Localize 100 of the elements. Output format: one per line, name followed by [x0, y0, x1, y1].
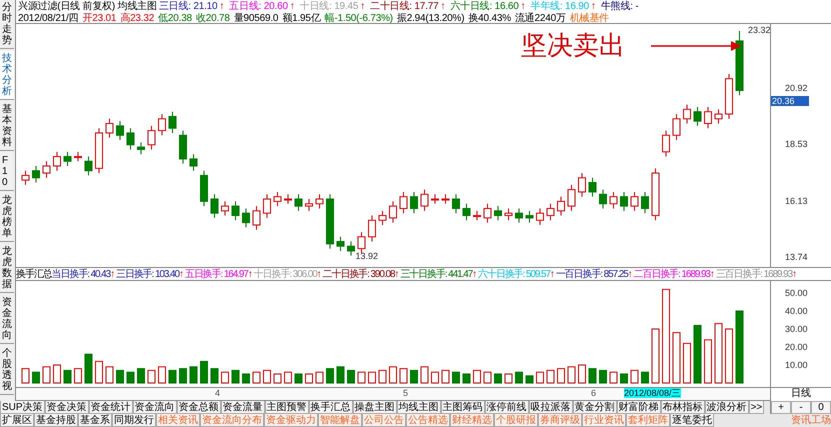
axis-label: 30.00	[785, 324, 808, 334]
up-arrow-icon: ↑	[219, 0, 224, 12]
indicator-tab[interactable]: 吸拉派落	[528, 401, 573, 414]
indicator-tab[interactable]: 资金决策	[44, 401, 89, 414]
indicator-tab[interactable]: 主图筹码	[440, 401, 485, 414]
candle	[347, 241, 355, 256]
indicator-tab[interactable]: 换手汇总	[308, 401, 353, 414]
candle	[420, 189, 428, 212]
candle	[672, 114, 680, 141]
candle	[568, 184, 576, 212]
info-tab[interactable]: 基金系	[78, 414, 112, 427]
candle	[526, 210, 534, 224]
indicator-tab[interactable]: 操盘主图	[352, 401, 397, 414]
turnover-value: 三十日换手: 441.47	[400, 268, 472, 280]
sidebar-tab[interactable]: 分时走势	[0, 0, 14, 49]
sidebar-tab[interactable]: 技术分析	[0, 51, 14, 100]
zoom-button[interactable]: +	[771, 401, 791, 414]
candle	[106, 118, 114, 138]
candle	[662, 130, 670, 158]
zoom-button[interactable]: -	[791, 401, 811, 414]
info-tab[interactable]: 同期发行	[112, 414, 156, 427]
current-price-label: 20.36	[771, 96, 809, 106]
candle	[641, 191, 649, 214]
candle	[368, 215, 376, 242]
indicator-tab[interactable]: 黄金分割	[572, 401, 617, 414]
indicator-tab[interactable]: 涨停前线	[484, 401, 529, 414]
up-arrow-icon: ↑	[248, 268, 252, 280]
candle	[126, 128, 134, 150]
axis-label: 40.00	[785, 306, 808, 316]
candle	[305, 198, 313, 212]
candle	[494, 206, 502, 221]
candle	[725, 73, 733, 120]
cursor-date-label: 2012/08/08/三	[624, 388, 681, 398]
candle	[294, 194, 302, 212]
annotation-text: 坚决卖出	[521, 30, 625, 60]
candle	[704, 106, 712, 129]
candle	[599, 189, 607, 209]
candle	[210, 194, 218, 218]
candle	[652, 168, 660, 221]
candle	[316, 194, 324, 209]
axis-label: 20.00	[785, 342, 808, 352]
indicator-tab[interactable]: 资金统计	[88, 401, 133, 414]
sidebar-tab[interactable]: F10	[0, 153, 14, 191]
candle	[442, 194, 450, 204]
candle	[74, 151, 82, 162]
up-arrow-icon: ↑	[550, 268, 554, 280]
indicator-tab[interactable]: 主图预警	[264, 401, 309, 414]
zoom-button[interactable]: 0	[811, 401, 831, 414]
indicator-tab[interactable]: 布林指标	[660, 401, 705, 414]
sidebar-tab[interactable]: 龙虎榜单	[0, 193, 14, 242]
quote-value: 量90569.0	[234, 12, 278, 23]
sidebar-tab[interactable]: 个股透视	[0, 346, 14, 395]
axis-label: 10.00	[785, 360, 808, 370]
axis-label: 4	[215, 388, 220, 398]
sidebar-tab[interactable]: 基本资料	[0, 102, 14, 151]
up-arrow-icon: ↑	[316, 268, 321, 280]
candle	[232, 200, 240, 221]
indicator-tab[interactable]: 财富阶梯	[616, 401, 661, 414]
indicator-tab[interactable]: SUP决策	[0, 401, 45, 414]
candle	[137, 142, 145, 155]
indicator-tab[interactable]: >>	[748, 401, 764, 414]
candle	[336, 236, 344, 252]
up-arrow-icon: ↑	[472, 268, 476, 280]
candle	[557, 196, 565, 216]
turnover-value: 三日换手: 103.40	[116, 268, 179, 280]
info-tab[interactable]: 扩展区	[0, 414, 34, 427]
quote-value: 换40.43%	[468, 12, 511, 23]
average-value: 六十日线: 16.60	[450, 0, 519, 12]
high-price-label: 23.32	[748, 25, 770, 35]
candle	[263, 194, 271, 218]
low-price-label: 13.92	[356, 250, 378, 261]
up-arrow-icon: ↑	[520, 0, 526, 12]
candle	[242, 208, 250, 228]
average-value: 五日线: 20.60	[229, 0, 288, 12]
up-arrow-icon: ↑	[178, 268, 183, 280]
candle	[84, 156, 92, 176]
turnover-value: 三百日换手: 1689.93	[716, 268, 792, 280]
up-arrow-icon: ↑	[394, 268, 398, 280]
sidebar-tab[interactable]: 资金流向	[0, 295, 14, 344]
axis-label: 18.53	[785, 139, 808, 150]
indicator-tab[interactable]: 资金总额	[176, 401, 221, 414]
indicator-tab[interactable]: 资金流量	[220, 401, 265, 414]
candle	[400, 191, 408, 214]
quote-value: 低20.38	[158, 12, 192, 23]
info-tab[interactable]: 逐笔委托	[670, 414, 714, 427]
axis-label: 20.92	[785, 82, 808, 93]
candle	[546, 203, 554, 221]
indicator-tab[interactable]: 均线主图	[396, 401, 441, 414]
indicator-tab[interactable]: 波浪分析	[704, 401, 749, 414]
indicator-tab[interactable]: 资金流向	[132, 401, 177, 414]
sidebar-tab[interactable]: 龙虎数据	[0, 244, 14, 293]
candle	[588, 177, 596, 198]
candle	[462, 203, 470, 221]
info-tab[interactable]: 基金持股	[34, 414, 78, 427]
quote-value: 2012/08/21/四	[18, 12, 78, 23]
axis-label: 6	[591, 388, 596, 398]
turnover-value: 十日换手: 306.00	[254, 268, 317, 280]
candle	[158, 114, 166, 136]
arrow-icon	[651, 40, 741, 52]
turnover-value: 当日换手: 40.43	[52, 268, 110, 280]
